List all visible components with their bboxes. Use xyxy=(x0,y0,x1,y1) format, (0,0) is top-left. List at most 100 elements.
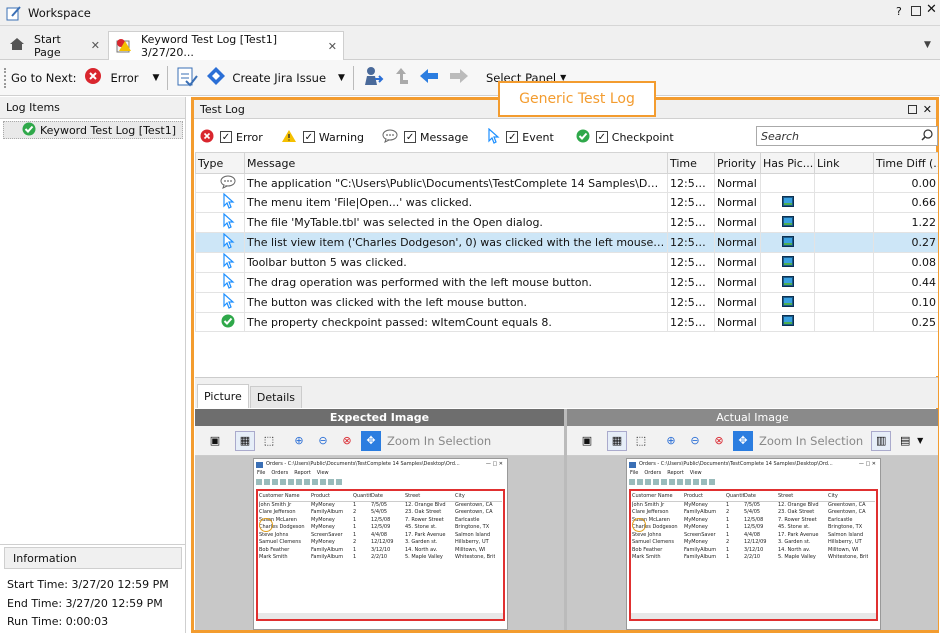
picture-icon[interactable] xyxy=(781,235,794,250)
zoom-in-icon[interactable]: ⊕ xyxy=(289,430,309,451)
fit-window-icon[interactable]: ▣ xyxy=(205,430,225,451)
information-content: Start Time: 3/27/20 12:59 PM End Time: 3… xyxy=(0,569,186,632)
search-box[interactable]: Search xyxy=(756,126,938,146)
app-grid-cell: 12. Orange Blvd xyxy=(778,501,819,508)
app-grid-cell: Whitestone, British xyxy=(455,554,495,560)
maximize-button[interactable] xyxy=(911,6,921,16)
back-button[interactable] xyxy=(414,63,444,93)
log-row[interactable]: The list view item ('Charles Dodgeson', … xyxy=(195,232,938,253)
picture-icon[interactable] xyxy=(781,195,794,210)
tree-item-keyword-test-log[interactable]: Keyword Test Log [Test1] xyxy=(3,121,183,139)
tab-start-page[interactable]: Start Page ✕ xyxy=(2,31,106,60)
select-region-icon[interactable]: ⬚ xyxy=(631,430,651,451)
app-grid-cell: 12/12/09 xyxy=(744,539,767,545)
picture-icon[interactable] xyxy=(781,255,794,270)
actual-size-icon[interactable]: ▦ xyxy=(607,430,627,451)
app-grid-cell: 23. Oak Street xyxy=(778,509,815,515)
chevron-down-icon[interactable]: ▼ xyxy=(338,73,345,83)
go-to-test-button[interactable] xyxy=(358,63,388,93)
close-button[interactable]: ✕ xyxy=(926,2,937,17)
go-to-parent-button[interactable] xyxy=(388,63,414,93)
log-row[interactable]: The drag operation was performed with th… xyxy=(195,272,938,293)
zoom-fit-icon[interactable]: ✥ xyxy=(733,430,753,451)
has-picture-cell xyxy=(760,292,815,313)
compare-icon[interactable]: ▥ xyxy=(871,430,892,451)
app-grid-cell: 14. North av. xyxy=(405,546,438,553)
warning-filter-checkbox[interactable]: ✓ xyxy=(302,131,315,143)
zoom-in-selection-button[interactable]: Zoom In Selection xyxy=(759,434,863,448)
checkpoint-icon xyxy=(220,314,236,330)
app-grid-header-cell: Quantity xyxy=(353,493,371,499)
image-options-icon[interactable]: ▤ xyxy=(895,430,916,451)
app-grid: Customer Name Product QuantityDate Street Ci… xyxy=(258,491,503,564)
zoom-out-icon[interactable]: ⊖ xyxy=(313,430,333,451)
maximize-button[interactable] xyxy=(907,104,917,114)
zoom-in-icon[interactable]: ⊕ xyxy=(661,430,681,451)
close-icon[interactable]: ✕ xyxy=(91,39,100,52)
tab-details[interactable]: Details xyxy=(249,386,302,408)
close-icon[interactable]: ✕ xyxy=(328,40,337,53)
app-grid-cell: Greentown, CA xyxy=(828,509,866,515)
select-region-icon[interactable]: ⬚ xyxy=(259,430,279,451)
column-header-time[interactable]: Time xyxy=(667,152,715,174)
help-button[interactable]: ? xyxy=(896,5,902,18)
app-grid-header-cell: Date xyxy=(371,493,383,499)
app-grid-cell: ScreenSaver xyxy=(311,531,343,538)
close-icon[interactable]: ✕ xyxy=(923,103,932,116)
actual-size-icon[interactable]: ▦ xyxy=(235,430,255,451)
fit-window-icon[interactable]: ▣ xyxy=(577,430,597,451)
zoom-reset-icon[interactable]: ⊗ xyxy=(709,430,729,451)
chevron-down-icon[interactable]: ▼ xyxy=(917,436,923,445)
picture-icon[interactable] xyxy=(781,295,794,310)
log-row[interactable]: The property checkpoint passed: wItemCou… xyxy=(195,312,938,332)
chevron-down-icon[interactable]: ▼ xyxy=(153,73,160,83)
app-grid-cell: 45. Stone st. xyxy=(778,524,810,530)
tab-list-dropdown-icon[interactable]: ▼ xyxy=(924,40,931,50)
app-grid-cell: 12/5/08 xyxy=(371,516,391,523)
error-filter-checkbox[interactable]: ✓ xyxy=(220,131,232,143)
column-header-has-picture[interactable]: Has Pic... xyxy=(760,152,815,174)
picture-icon[interactable] xyxy=(781,275,794,290)
goto-next-error-button[interactable]: Error ▼ xyxy=(80,63,163,93)
app-grid-cell: MyMoney xyxy=(684,539,708,545)
event-filter-checkbox[interactable]: ✓ xyxy=(506,131,519,143)
checkpoint-filter-checkbox[interactable]: ✓ xyxy=(595,131,608,143)
time-cell: 12:59... xyxy=(667,212,715,233)
create-jira-issue-button[interactable]: Create Jira Issue ▼ xyxy=(202,63,349,93)
app-grid-cell: ScreenSaver xyxy=(684,531,716,538)
app-grid-cell: MyMoney xyxy=(311,516,335,523)
time-cell: 12:59... xyxy=(667,192,715,213)
column-header-time-diff[interactable]: Time Diff (... xyxy=(873,152,938,174)
log-row[interactable]: The button was clicked with the left mou… xyxy=(195,292,938,313)
column-header-link[interactable]: Link xyxy=(814,152,874,174)
column-header-priority[interactable]: Priority xyxy=(714,152,761,174)
message-filter-checkbox[interactable]: ✓ xyxy=(404,131,417,143)
picture-icon[interactable] xyxy=(781,215,794,230)
column-header-message[interactable]: Message xyxy=(244,152,668,174)
search-input[interactable]: Search xyxy=(761,130,799,143)
tab-keyword-test-log[interactable]: Keyword Test Log [Test1] 3/27/20... ✕ xyxy=(108,31,344,60)
app-grid-header-cell: Quantity xyxy=(726,493,744,499)
time-diff-cell: 0.10 xyxy=(873,292,938,313)
log-row[interactable]: The file 'MyTable.tbl' was selected in t… xyxy=(195,212,938,233)
log-row[interactable]: Toolbar button 5 was clicked. 12:59... Nor… xyxy=(195,252,938,273)
zoom-out-icon[interactable]: ⊖ xyxy=(685,430,705,451)
log-checkpoint-button[interactable] xyxy=(172,63,202,93)
tab-label: Keyword Test Log [Test1] 3/27/20... xyxy=(141,33,278,59)
tab-picture[interactable]: Picture xyxy=(197,384,249,408)
log-row[interactable]: The application "C:\Users\Public\Documen… xyxy=(195,173,938,193)
app-grid-cell: 2/2/10 xyxy=(744,554,761,560)
app-grid-row: Steve Johns ScreenSaver 1 4/4/08 17. Park Av… xyxy=(259,532,502,540)
app-grid-cell: 1 xyxy=(353,554,357,560)
column-header-type[interactable]: Type xyxy=(195,152,245,174)
app-grid-cell: MyMoney xyxy=(684,524,708,530)
zoom-reset-icon[interactable]: ⊗ xyxy=(337,430,357,451)
message-cell: The button was clicked with the left mou… xyxy=(244,292,668,313)
app-grid-cell: 1 xyxy=(726,516,730,523)
tab-label: Start Page xyxy=(34,32,61,59)
picture-icon[interactable] xyxy=(781,315,794,329)
forward-button[interactable] xyxy=(444,63,474,93)
log-row[interactable]: The menu item 'File|Open...' was clicked… xyxy=(195,192,938,213)
zoom-fit-icon[interactable]: ✥ xyxy=(361,430,381,451)
zoom-in-selection-button[interactable]: Zoom In Selection xyxy=(387,434,491,448)
